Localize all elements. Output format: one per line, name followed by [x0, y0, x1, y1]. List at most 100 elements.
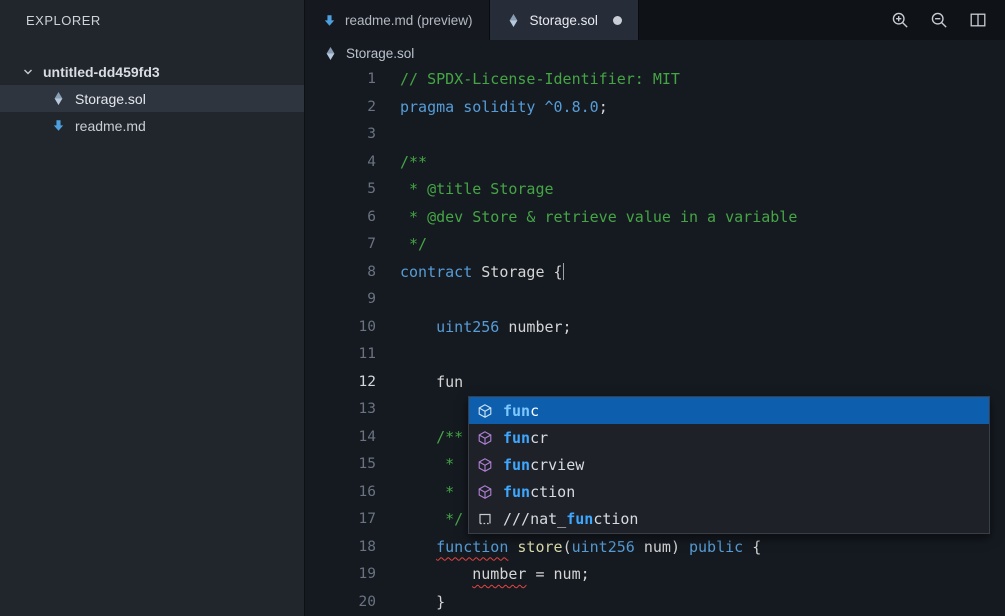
breadcrumb-label: Storage.sol	[346, 46, 414, 61]
suggestion-label: function	[503, 483, 575, 501]
file-item-storage-sol[interactable]: Storage.sol	[0, 85, 304, 112]
zoom-out-icon[interactable]	[930, 11, 949, 30]
line-content: /**	[400, 424, 463, 452]
code-line-2[interactable]: 2pragma solidity ^0.8.0;	[305, 94, 1005, 122]
suggestion-label: ///nat_function	[503, 510, 638, 528]
file-name: readme.md	[75, 118, 146, 134]
code-line-4[interactable]: 4/**	[305, 149, 1005, 177]
markdown-icon	[50, 118, 66, 133]
code-line-20[interactable]: 20 }	[305, 589, 1005, 616]
file-item-readme-md[interactable]: readme.md	[0, 112, 304, 139]
file-name: Storage.sol	[75, 91, 146, 107]
editor-group: readme.md (preview) Storage.sol Storage.s…	[305, 0, 1005, 616]
suggest-widget: func funcr funcrview function ///nat_functio…	[468, 396, 990, 534]
code-line-8[interactable]: 8contract Storage {	[305, 259, 1005, 287]
line-number: 9	[305, 286, 400, 314]
tab-readme-md-preview[interactable]: readme.md (preview)	[305, 0, 490, 40]
tab-storage-sol[interactable]: Storage.sol	[490, 0, 639, 40]
folder-name: untitled-dd459fd3	[43, 64, 160, 80]
line-number: 12	[305, 369, 400, 397]
bracket-cursor-bar	[563, 263, 565, 280]
suggestion-item-func[interactable]: func	[469, 397, 989, 424]
suggestion-label: func	[503, 402, 539, 420]
vscode-window: EXPLORER untitled-dd459fd3 Storage.solre…	[0, 0, 1005, 616]
line-content: contract Storage {	[400, 259, 564, 287]
line-content: // SPDX-License-Identifier: MIT	[400, 66, 680, 94]
line-number: 14	[305, 424, 400, 452]
tabs: readme.md (preview) Storage.sol	[305, 0, 639, 40]
line-content: uint256 number;	[400, 314, 572, 342]
tab-label: Storage.sol	[530, 13, 598, 28]
code-line-3[interactable]: 3	[305, 121, 1005, 149]
cube-icon	[476, 430, 494, 446]
line-number: 7	[305, 231, 400, 259]
editor-actions	[891, 0, 1005, 40]
code-line-18[interactable]: 18 function store(uint256 num) public {	[305, 534, 1005, 562]
cube-icon	[476, 457, 494, 473]
code-line-11[interactable]: 11	[305, 341, 1005, 369]
line-number: 2	[305, 94, 400, 122]
line-content: *	[400, 479, 454, 507]
suggestion-item-function[interactable]: function	[469, 479, 989, 506]
code-line-6[interactable]: 6 * @dev Store & retrieve value in a var…	[305, 204, 1005, 232]
modified-dot	[613, 16, 622, 25]
zoom-in-icon[interactable]	[891, 11, 910, 30]
explorer-title: EXPLORER	[26, 13, 101, 28]
file-tree: untitled-dd459fd3 Storage.sol readme.md	[0, 40, 304, 139]
suggestion-label: funcrview	[503, 456, 584, 474]
line-content: * @dev Store & retrieve value in a varia…	[400, 204, 797, 232]
line-content: */	[400, 231, 427, 259]
cube-icon	[476, 484, 494, 500]
line-content: *	[400, 451, 454, 479]
code-line-7[interactable]: 7 */	[305, 231, 1005, 259]
solidity-icon	[50, 91, 66, 106]
line-number: 20	[305, 589, 400, 616]
markdown-icon	[321, 13, 337, 28]
code-line-19[interactable]: 19 number = num;	[305, 561, 1005, 589]
suggestion-item-nat-function[interactable]: ///nat_function	[469, 506, 989, 533]
tab-bar: readme.md (preview) Storage.sol	[305, 0, 1005, 40]
line-number: 16	[305, 479, 400, 507]
line-number: 1	[305, 66, 400, 94]
chevron-down-icon	[20, 66, 36, 78]
line-number: 18	[305, 534, 400, 562]
line-content: /**	[400, 149, 427, 177]
line-content: * @title Storage	[400, 176, 554, 204]
line-number: 6	[305, 204, 400, 232]
code-line-12[interactable]: 12 fun	[305, 369, 1005, 397]
code-line-1[interactable]: 1// SPDX-License-Identifier: MIT	[305, 66, 1005, 94]
line-content: */	[400, 506, 463, 534]
line-number: 17	[305, 506, 400, 534]
line-content: number = num;	[400, 561, 590, 589]
code-line-10[interactable]: 10 uint256 number;	[305, 314, 1005, 342]
line-content: function store(uint256 num) public {	[400, 534, 761, 562]
line-number: 11	[305, 341, 400, 369]
tab-label: readme.md (preview)	[345, 13, 473, 28]
solidity-icon	[506, 13, 522, 28]
suggestion-item-funcrview[interactable]: funcrview	[469, 451, 989, 478]
explorer-header: EXPLORER	[0, 0, 304, 40]
line-number: 13	[305, 396, 400, 424]
suggestion-item-funcr[interactable]: funcr	[469, 424, 989, 451]
cube-icon	[476, 403, 494, 419]
line-content: fun	[400, 369, 463, 397]
line-number: 8	[305, 259, 400, 287]
line-number: 10	[305, 314, 400, 342]
suggestion-label: funcr	[503, 429, 548, 447]
line-content: }	[400, 589, 445, 616]
folder-row-untitled[interactable]: untitled-dd459fd3	[0, 58, 304, 85]
line-content: pragma solidity ^0.8.0;	[400, 94, 608, 122]
line-number: 15	[305, 451, 400, 479]
line-number: 3	[305, 121, 400, 149]
code-line-5[interactable]: 5 * @title Storage	[305, 176, 1005, 204]
line-number: 5	[305, 176, 400, 204]
file-list: Storage.sol readme.md	[0, 85, 304, 139]
code-line-9[interactable]: 9	[305, 286, 1005, 314]
snippet-icon	[476, 511, 494, 527]
line-number: 4	[305, 149, 400, 177]
line-number: 19	[305, 561, 400, 589]
explorer-sidebar: EXPLORER untitled-dd459fd3 Storage.sol re…	[0, 0, 305, 616]
breadcrumb[interactable]: Storage.sol	[305, 40, 1005, 66]
code-editor[interactable]: 1// SPDX-License-Identifier: MIT2pragma …	[305, 66, 1005, 616]
split-editor-icon[interactable]	[969, 11, 987, 29]
